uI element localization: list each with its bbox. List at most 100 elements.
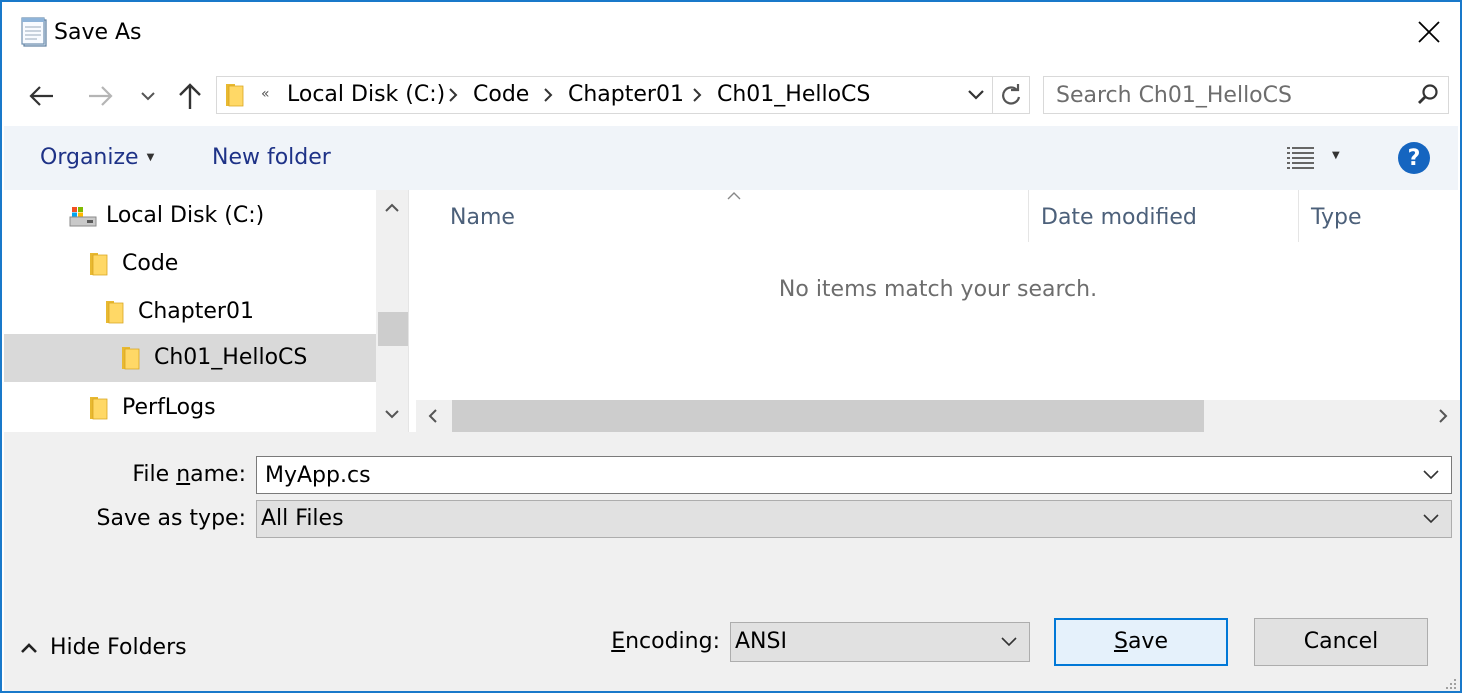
column-divider[interactable] <box>1298 190 1299 242</box>
tree-item-local-disk[interactable]: Local Disk (C:) <box>4 192 376 240</box>
tree-label: PerfLogs <box>122 395 216 420</box>
chevron-right-icon[interactable] <box>543 87 553 103</box>
scroll-down-button[interactable] <box>376 396 408 432</box>
encoding-dropdown-button[interactable] <box>989 623 1029 661</box>
hide-folders-label: Hide Folders <box>50 635 187 660</box>
breadcrumb-ch01-hellocs[interactable]: Ch01_HelloCS <box>717 80 870 110</box>
address-bar[interactable]: « Local Disk (C:) Code Chapter01 Ch01_He… <box>216 76 1030 114</box>
column-header-date-modified[interactable]: Date modified <box>1041 202 1197 234</box>
refresh-icon <box>1002 84 1021 105</box>
address-history-dropdown[interactable] <box>961 77 991 113</box>
tree-item-perflogs[interactable]: PerfLogs <box>4 384 376 432</box>
file-name-label: File name: <box>24 459 246 491</box>
chevron-up-icon <box>21 643 37 653</box>
chevron-up-icon <box>385 203 399 212</box>
tree-item-chapter01[interactable]: Chapter01 <box>4 288 376 336</box>
details-view-icon[interactable] <box>1286 142 1316 172</box>
arrow-up-icon <box>179 83 201 109</box>
tree-label: Ch01_HelloCS <box>154 345 308 370</box>
save-as-type-select[interactable]: All Files <box>256 500 1452 538</box>
forward-button[interactable] <box>80 76 120 116</box>
cancel-button[interactable]: Cancel <box>1254 618 1428 666</box>
breadcrumb-code[interactable]: Code <box>473 80 529 110</box>
folder-icon <box>90 397 108 420</box>
nav-pane-scrollbar[interactable] <box>376 190 408 432</box>
access-key: n <box>176 462 191 487</box>
command-bar: Organize ▼ New folder ▼ ? <box>4 126 1458 190</box>
chevron-right-icon[interactable] <box>448 87 458 103</box>
column-divider[interactable] <box>1028 190 1029 242</box>
pane-splitter[interactable] <box>408 190 416 432</box>
chevron-down-icon <box>1423 470 1439 480</box>
chevron-down-icon <box>1423 514 1439 524</box>
scroll-thumb[interactable] <box>378 312 408 346</box>
file-name-dropdown-button[interactable] <box>1411 457 1451 493</box>
chevron-right-icon[interactable] <box>692 87 702 103</box>
save-as-type-label: Save as type: <box>96 506 247 531</box>
close-button[interactable] <box>1398 2 1460 62</box>
save-as-dialog: Save As « Local Disk (C:) Code Chapter01… <box>0 0 1462 693</box>
title-bar: Save As <box>2 2 1460 64</box>
resize-grip-icon[interactable] <box>1442 675 1458 691</box>
scroll-left-button[interactable] <box>416 400 450 432</box>
new-folder-button[interactable]: New folder <box>212 142 331 174</box>
access-key: E <box>611 629 626 654</box>
caret-down-icon: ▼ <box>146 152 155 163</box>
access-key: S <box>1113 629 1128 654</box>
chevron-down-icon <box>385 410 399 419</box>
scroll-thumb[interactable] <box>452 400 1204 432</box>
scroll-up-button[interactable] <box>376 190 408 226</box>
chevron-down-icon <box>141 92 155 101</box>
label-text: ame: <box>190 462 246 487</box>
chevron-down-icon <box>968 90 984 100</box>
folder-icon <box>90 253 108 276</box>
save-as-type-dropdown-button[interactable] <box>1411 501 1451 537</box>
save-button[interactable]: Save <box>1054 618 1228 666</box>
breadcrumb-overflow[interactable]: « <box>261 81 270 107</box>
folder-icon <box>106 301 124 324</box>
empty-list-message: No items match your search. <box>778 277 1098 302</box>
breadcrumb-local-disk[interactable]: Local Disk (C:) <box>287 80 445 110</box>
tree-label: Local Disk (C:) <box>106 203 265 228</box>
save-form-area: File name: Save as type: All Files Hide … <box>4 432 1460 691</box>
file-list-horizontal-scrollbar[interactable] <box>416 400 1460 432</box>
recent-locations-button[interactable] <box>130 76 166 116</box>
column-header-name[interactable]: Name <box>450 202 515 234</box>
chevron-down-icon <box>1001 637 1017 647</box>
encoding-label: Encoding: <box>564 626 720 658</box>
sort-ascending-icon <box>727 192 741 200</box>
back-button[interactable] <box>22 76 62 116</box>
refresh-button[interactable] <box>993 77 1029 113</box>
file-name-input[interactable] <box>257 457 1407 493</box>
drive-icon <box>69 207 97 227</box>
navigation-pane: Local Disk (C:) Code Chapter01 Ch01_Hell… <box>4 190 376 432</box>
scroll-right-button[interactable] <box>1426 400 1460 432</box>
file-name-combobox[interactable] <box>256 456 1452 494</box>
column-header-type[interactable]: Type <box>1311 202 1362 234</box>
organize-label: Organize <box>40 145 139 170</box>
folder-icon <box>122 347 140 370</box>
close-icon <box>1418 21 1440 43</box>
tree-item-ch01-hellocs[interactable]: Ch01_HelloCS <box>4 334 376 382</box>
search-box[interactable] <box>1043 76 1449 114</box>
arrow-right-icon <box>89 86 113 106</box>
tree-label: Code <box>122 251 179 276</box>
chevron-right-icon <box>1439 409 1448 423</box>
tree-item-code[interactable]: Code <box>4 240 376 288</box>
file-list: Name Date modified Type No items match y… <box>416 190 1460 400</box>
encoding-value: ANSI <box>735 629 787 654</box>
up-button[interactable] <box>170 76 210 116</box>
chevron-left-icon <box>428 409 437 423</box>
hide-folders-button[interactable]: Hide Folders <box>20 632 187 664</box>
save-as-type-value: All Files <box>261 506 344 531</box>
help-button[interactable]: ? <box>1398 142 1430 174</box>
view-options-dropdown[interactable]: ▼ <box>1332 150 1340 161</box>
tree-label: Chapter01 <box>138 299 254 324</box>
search-icon[interactable] <box>1416 83 1440 107</box>
search-input[interactable] <box>1044 77 1404 113</box>
encoding-select[interactable]: ANSI <box>730 622 1030 662</box>
organize-button[interactable]: Organize ▼ <box>40 142 154 174</box>
folder-icon <box>226 84 244 107</box>
breadcrumb-chapter01[interactable]: Chapter01 <box>568 80 684 110</box>
window-title: Save As <box>54 20 142 45</box>
